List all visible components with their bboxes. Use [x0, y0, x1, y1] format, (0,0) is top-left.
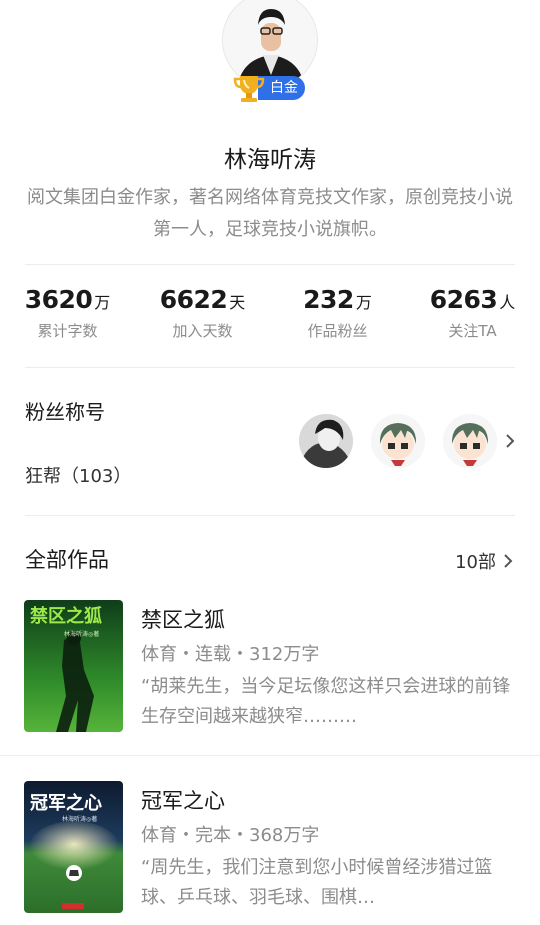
divider — [25, 367, 515, 368]
stat-value: 3620 — [24, 285, 93, 314]
platinum-badge: 白金 — [232, 74, 305, 102]
book-title: 冠军之心 — [141, 789, 225, 813]
works-heading: 全部作品 — [25, 548, 109, 572]
stat-label: 作品粉丝 — [307, 322, 368, 340]
book-meta: 体育・连载・312万字 — [141, 644, 320, 665]
stat-unit: 天 — [229, 293, 246, 312]
stat-fans: 232 万 作品粉丝 — [270, 285, 405, 341]
fan-avatar[interactable] — [371, 414, 425, 468]
stat-label: 关注TA — [448, 322, 497, 340]
stat-value: 6263 — [429, 285, 498, 314]
stat-unit: 人 — [499, 293, 516, 312]
chevron-right-icon — [504, 554, 513, 568]
author-name: 林海听涛 — [224, 147, 316, 173]
stat-days-joined: 6622 天 加入天数 — [135, 285, 270, 341]
fan-avatar[interactable] — [299, 414, 353, 468]
book-description: “周先生，我们注意到您小时候曾经涉猎过篮球、乒乓球、羽毛球、围棋… — [141, 857, 493, 908]
fan-group-name: 狂帮（103） — [25, 466, 132, 487]
author-avatar-container: 白金 — [222, 0, 318, 102]
fan-avatars-row[interactable] — [299, 414, 517, 468]
book-cover[interactable]: 冠军之心 林海听涛◎著 — [24, 781, 123, 913]
stat-value: 6622 — [159, 285, 228, 314]
cover-title: 禁区之狐 — [30, 605, 102, 627]
works-count-link[interactable]: 10部 — [455, 548, 514, 574]
cover-title: 冠军之心 — [30, 792, 102, 814]
book-meta: 体育・完本・368万字 — [141, 825, 320, 846]
stat-label: 累计字数 — [37, 322, 98, 340]
author-stats: 3620 万 累计字数 6622 天 加入天数 232 万 作品粉丝 6263 人 关注… — [0, 285, 540, 341]
fan-title-heading: 粉丝称号 — [25, 400, 105, 424]
stat-unit: 万 — [94, 293, 111, 312]
cover-author: 林海听涛◎著 — [62, 815, 97, 823]
stat-label: 加入天数 — [172, 322, 233, 340]
works-count-label: 10部 — [455, 552, 496, 573]
stat-total-words: 3620 万 累计字数 — [0, 285, 135, 341]
stat-followers[interactable]: 6263 人 关注TA — [405, 285, 540, 341]
book-item[interactable]: 冠军之心 林海听涛◎著 冠军之心 体育・完本・368万字 “周先生，我们注意到您… — [0, 781, 540, 913]
divider — [0, 755, 540, 756]
book-description: “胡莱先生，当今足坛像您这样只会进球的前锋生存空间越来越狭窄……… — [141, 676, 511, 727]
stat-unit: 万 — [355, 293, 372, 312]
chevron-right-icon[interactable] — [503, 434, 517, 448]
book-item[interactable]: 禁区之狐 林海听涛◎著 禁区之狐 体育・连载・312万字 “胡莱先生，当今足坛像… — [0, 600, 540, 732]
divider — [25, 264, 515, 265]
fan-avatar[interactable] — [443, 414, 497, 468]
divider — [25, 515, 515, 516]
book-title: 禁区之狐 — [141, 608, 225, 632]
stat-value: 232 — [303, 285, 354, 314]
book-cover[interactable]: 禁区之狐 林海听涛◎著 — [24, 600, 123, 732]
cover-author: 林海听涛◎著 — [64, 630, 99, 638]
trophy-icon — [233, 75, 265, 102]
author-intro: 阅文集团白金作家，著名网络体育竞技文作家，原创竞技小说第一人，足球竞技小说旗帜。 — [27, 187, 513, 240]
